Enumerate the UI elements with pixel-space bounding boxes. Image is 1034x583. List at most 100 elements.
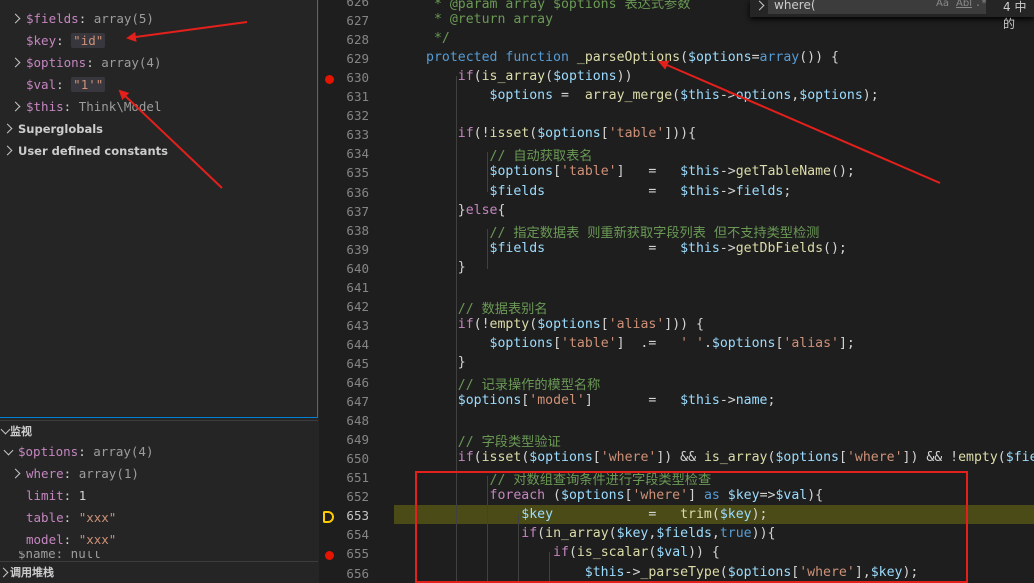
code-line[interactable]: $options = array_merge($this->options,$o… <box>426 88 879 103</box>
variable-name: $this <box>26 99 64 114</box>
find-result-count: 4 中的 <box>1003 0 1027 31</box>
watch-item-model[interactable]: model: "xxx" <box>0 529 318 551</box>
line-number[interactable]: 642 <box>319 299 369 314</box>
line-number[interactable]: 635 <box>319 165 369 180</box>
variable-type: array(4) <box>101 55 162 70</box>
section-label: User defined constants <box>18 144 168 158</box>
line-number[interactable]: 641 <box>319 280 369 295</box>
code-line[interactable]: } <box>426 260 466 275</box>
line-number[interactable]: 628 <box>319 32 369 47</box>
variable-row-key[interactable]: $key: "id" <box>0 30 317 52</box>
watch-name: where <box>26 466 64 481</box>
line-number[interactable]: 651 <box>319 470 369 485</box>
chevron-right-icon[interactable] <box>2 145 13 156</box>
code-line[interactable]: // 记录操作的模型名称 <box>426 374 601 393</box>
line-number[interactable]: 640 <box>319 261 369 276</box>
code-line[interactable]: if(is_array($options)) <box>426 69 633 84</box>
chevron-right-icon[interactable] <box>2 123 13 134</box>
watch-value: "xxx" <box>78 532 117 547</box>
line-number[interactable]: 656 <box>319 566 369 581</box>
regex-icon[interactable]: .* <box>975 0 987 9</box>
line-number[interactable]: 627 <box>319 13 369 28</box>
code-line[interactable]: if(isset($options['where']) && is_array(… <box>426 450 1034 465</box>
variable-value: "1'" <box>71 77 106 92</box>
chevron-right-icon[interactable] <box>0 567 9 578</box>
code-line[interactable]: $options['model'] = $this->name; <box>426 393 776 408</box>
code-line[interactable]: // 字段类型验证 <box>426 431 561 450</box>
watch-name: table <box>26 510 64 525</box>
line-number[interactable]: 654 <box>319 527 369 542</box>
code-line[interactable]: */ <box>426 31 450 46</box>
line-number[interactable]: 645 <box>319 356 369 371</box>
line-number[interactable]: 643 <box>319 318 369 333</box>
chevron-down-icon[interactable] <box>3 445 14 456</box>
code-line[interactable]: // 数据表别名 <box>426 298 548 317</box>
line-number[interactable]: 626 <box>319 0 369 9</box>
variable-name: $key <box>26 33 57 48</box>
watch-item-limit[interactable]: limit: 1 <box>0 485 318 507</box>
chevron-right-icon[interactable] <box>10 57 21 68</box>
variable-value: "id" <box>71 33 106 48</box>
line-number[interactable]: 633 <box>319 127 369 142</box>
line-number[interactable]: 646 <box>319 375 369 390</box>
watch-value: 1 <box>78 488 87 503</box>
code-line[interactable]: // 指定数据表 则重新获取字段列表 但不支持类型检测 <box>426 222 820 241</box>
code-line[interactable]: $options['table'] = $this->getTableName(… <box>426 164 855 179</box>
code-line[interactable]: $options['table'] .= ' '.$options['alias… <box>426 336 855 351</box>
watch-name: $options <box>18 444 79 459</box>
code-line[interactable]: if(!isset($options['table'])){ <box>426 126 696 141</box>
variable-row-this[interactable]: $this: Think\Model <box>0 96 317 118</box>
line-number[interactable]: 647 <box>319 394 369 409</box>
line-number[interactable]: 637 <box>319 204 369 219</box>
line-number[interactable]: 639 <box>319 242 369 257</box>
code-line[interactable]: $fields = $this->getDbFields(); <box>426 241 847 256</box>
watch-panel-header[interactable]: 监视 <box>0 420 318 443</box>
line-number[interactable]: 644 <box>319 337 369 352</box>
chevron-down-icon[interactable] <box>0 424 11 435</box>
line-number[interactable]: 652 <box>319 489 369 504</box>
chevron-right-icon[interactable] <box>754 0 765 11</box>
watch-name: limit <box>26 488 64 503</box>
section-superglobals[interactable]: Superglobals <box>0 118 317 140</box>
chevron-right-icon[interactable] <box>10 468 21 479</box>
variable-row-fields[interactable]: $fields: array(5) <box>0 8 317 30</box>
line-number[interactable]: 631 <box>319 89 369 104</box>
watch-title: 监视 <box>10 425 32 438</box>
variable-name: $options <box>26 55 87 70</box>
code-line[interactable]: // 自动获取表名 <box>426 145 593 164</box>
watch-name: model <box>26 532 64 547</box>
line-number[interactable]: 649 <box>319 432 369 447</box>
chevron-right-icon[interactable] <box>10 101 21 112</box>
code-line[interactable]: * @param array $options 表达式参数 <box>426 0 691 12</box>
watch-value: array(1) <box>78 466 139 481</box>
chevron-right-icon[interactable] <box>10 13 21 24</box>
watch-root-options[interactable]: $options: array(4) <box>0 441 318 463</box>
line-number[interactable]: 632 <box>319 108 369 123</box>
watch-item-table[interactable]: table: "xxx" <box>0 507 318 529</box>
callstack-title: 调用堆栈 <box>10 566 54 579</box>
whole-word-icon[interactable]: Abl <box>956 0 972 9</box>
line-number[interactable]: 638 <box>319 223 369 238</box>
watch-item-where[interactable]: where: array(1) <box>0 463 318 485</box>
line-number[interactable]: 650 <box>319 451 369 466</box>
debug-sidebar: Locals $fields: array(5) $key: "id" $opt… <box>0 0 319 583</box>
line-number[interactable]: 636 <box>319 185 369 200</box>
section-user-constants[interactable]: User defined constants <box>0 140 317 162</box>
code-line[interactable]: $fields = $this->fields; <box>426 184 792 199</box>
highlight-box-annotation <box>415 471 968 583</box>
find-input[interactable]: where( Aa Abl .* <box>768 0 987 14</box>
variables-panel: Locals $fields: array(5) $key: "id" $opt… <box>0 0 318 418</box>
match-case-icon[interactable]: Aa <box>936 0 949 9</box>
code-line[interactable]: }else{ <box>426 203 506 218</box>
code-line[interactable]: * @return array <box>426 12 553 27</box>
code-line[interactable]: } <box>426 355 466 370</box>
line-number[interactable]: 634 <box>319 146 369 161</box>
code-line[interactable]: if(!empty($options['alias'])) { <box>426 317 704 332</box>
line-number[interactable]: 648 <box>319 413 369 428</box>
variable-row-val[interactable]: $val: "1'" <box>0 74 317 96</box>
watch-item-partial[interactable]: $name: null <box>0 551 318 561</box>
code-line[interactable]: protected function _parseOptions($option… <box>426 50 839 65</box>
callstack-panel-header[interactable]: 调用堆栈 <box>0 561 318 583</box>
variable-row-options[interactable]: $options: array(4) <box>0 52 317 74</box>
line-number[interactable]: 629 <box>319 51 369 66</box>
